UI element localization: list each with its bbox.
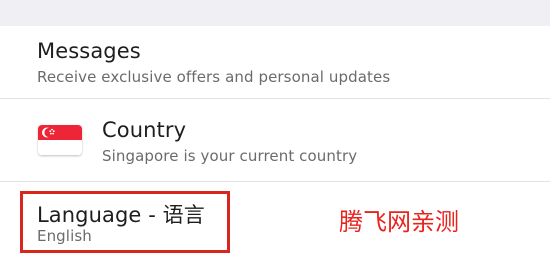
watermark-text: 腾飞网亲测 (339, 208, 459, 236)
singapore-flag-icon (38, 125, 82, 155)
country-subtitle: Singapore is your current country (102, 147, 358, 165)
highlight-box (20, 191, 230, 253)
section-header-band (0, 0, 550, 26)
country-title: Country (102, 118, 187, 142)
settings-row-country[interactable]: Country Singapore is your current countr… (0, 99, 550, 181)
messages-title: Messages (37, 39, 141, 63)
settings-row-messages[interactable]: Messages Receive exclusive offers and pe… (0, 26, 550, 98)
messages-subtitle: Receive exclusive offers and personal up… (37, 68, 391, 86)
